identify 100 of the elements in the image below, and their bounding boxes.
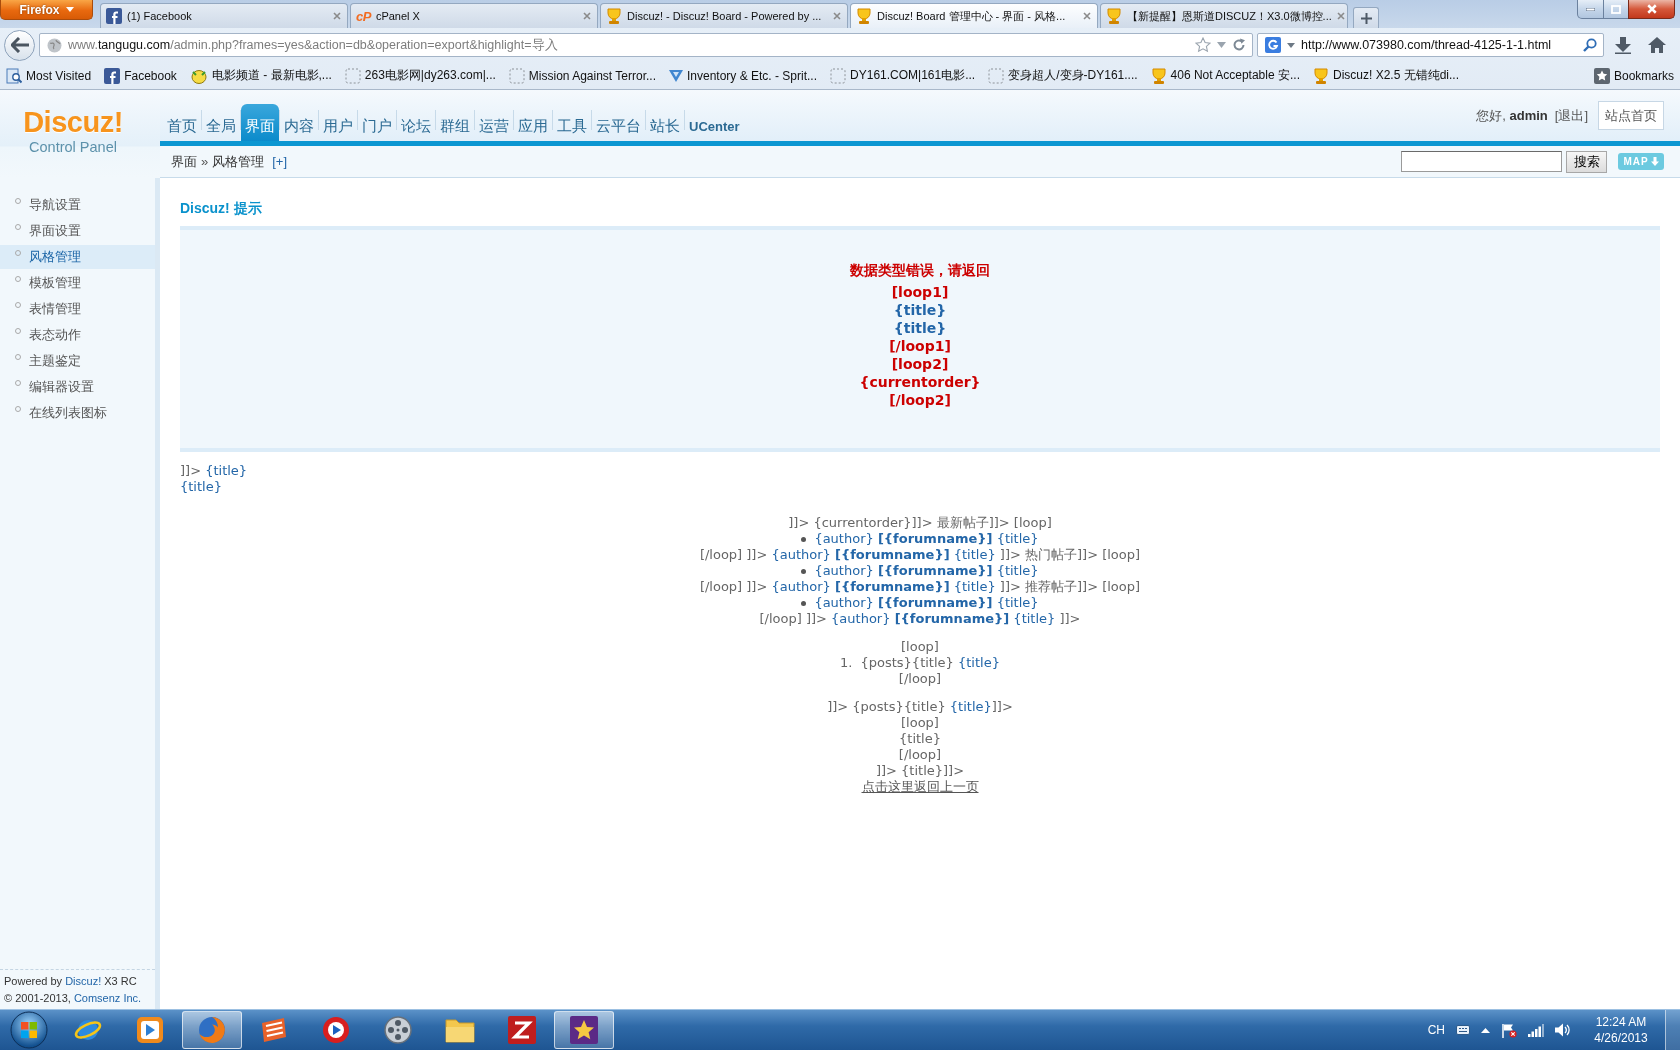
nav-tab[interactable]: 站长 bbox=[646, 104, 684, 141]
logout-link[interactable]: [退出] bbox=[1554, 106, 1588, 125]
flag-icon[interactable] bbox=[1501, 1022, 1517, 1038]
link[interactable]: {title} bbox=[957, 655, 1000, 670]
sidebar-item[interactable]: 界面设置 bbox=[0, 219, 155, 243]
link[interactable]: {title} bbox=[996, 531, 1039, 546]
link[interactable]: [{forumname}] bbox=[877, 563, 993, 578]
bookmark-item[interactable]: Inventory & Etc. - Sprit... bbox=[667, 67, 820, 84]
nav-tab[interactable]: 应用 bbox=[514, 104, 552, 141]
nav-tab[interactable]: 云平台 bbox=[592, 104, 645, 141]
sidebar-item[interactable]: 风格管理 bbox=[0, 245, 155, 269]
home-icon bbox=[1648, 37, 1666, 53]
taskbar-app-button[interactable] bbox=[554, 1011, 614, 1049]
link[interactable]: {author} bbox=[814, 531, 874, 546]
add-shortcut-link[interactable]: [+] bbox=[272, 154, 288, 169]
dashed-square-icon bbox=[988, 67, 1005, 84]
f-logo-icon bbox=[106, 8, 122, 24]
logo-subtitle: Control Panel bbox=[29, 138, 117, 156]
nav-tab[interactable]: 工具 bbox=[553, 104, 591, 141]
browser-tab[interactable]: cP cPanel X bbox=[350, 3, 598, 28]
nav-tab[interactable]: 用户 bbox=[319, 104, 357, 141]
notice-title: Discuz! 提示 bbox=[180, 200, 262, 216]
language-indicator[interactable]: CH bbox=[1427, 1023, 1445, 1037]
link[interactable]: {title} bbox=[996, 595, 1039, 610]
link[interactable]: {author} bbox=[771, 547, 831, 562]
sidebar-item[interactable]: 模板管理 bbox=[0, 271, 155, 295]
trophy-icon bbox=[1313, 67, 1329, 84]
browser-tab[interactable]: Discuz! Board 管理中心 - 界面 - 风格... bbox=[850, 3, 1098, 28]
nav-tab[interactable]: UCenter bbox=[685, 104, 744, 141]
search-button[interactable]: 搜索 bbox=[1566, 150, 1607, 173]
back-link[interactable]: 点击这里返回上一页 bbox=[861, 779, 979, 795]
link[interactable]: {title} bbox=[953, 547, 996, 562]
link[interactable]: {author} bbox=[814, 563, 874, 578]
link[interactable]: {title} bbox=[953, 579, 996, 594]
template-text: [/loop] ]]> {author} [{forumname}] {title} ]]> 推荐帖子]]> [loop] bbox=[699, 579, 1141, 595]
link[interactable]: {author} bbox=[814, 595, 874, 610]
template-text: 1. {posts}{title} {title} bbox=[840, 655, 1000, 671]
bookmark-item[interactable]: Discuz! X2.5 无错纯di... bbox=[1311, 66, 1462, 85]
link[interactable]: [{forumname}] bbox=[835, 547, 950, 562]
close-button[interactable] bbox=[1628, 0, 1675, 19]
signal-icon[interactable] bbox=[1528, 1023, 1544, 1037]
start-orb-icon bbox=[10, 1011, 48, 1049]
link[interactable]: {title} bbox=[893, 319, 947, 337]
maximize-button[interactable] bbox=[1603, 0, 1629, 19]
bookmark-item[interactable]: Most Visited bbox=[4, 66, 94, 85]
sidebar-item[interactable]: 表态动作 bbox=[0, 323, 155, 347]
nav-tab[interactable]: 界面 bbox=[241, 104, 279, 141]
nav-tab[interactable]: 群组 bbox=[436, 104, 474, 141]
new-tab-button[interactable] bbox=[1353, 7, 1379, 28]
link[interactable]: {title} bbox=[949, 699, 992, 714]
bookmark-item[interactable]: DY161.COM|161电影... bbox=[828, 66, 978, 85]
bookmark-item[interactable]: 变身超人/变身-DY161.... bbox=[986, 66, 1140, 85]
bullet-icon bbox=[801, 537, 807, 542]
browser-tab[interactable]: Discuz! - Discuz! Board - Powered by ... bbox=[600, 3, 848, 28]
error-text: [/loop2] bbox=[889, 391, 951, 409]
error-text: [/loop1] bbox=[889, 337, 951, 355]
browser-tab[interactable]: (1) Facebook bbox=[100, 3, 348, 28]
nav-tab[interactable]: 内容 bbox=[280, 104, 318, 141]
nav-tab[interactable]: 全局 bbox=[202, 104, 240, 141]
sidebar-item[interactable]: 导航设置 bbox=[0, 193, 155, 217]
address-field[interactable]: www.tangugu.com/admin.php?frames=yes&action=db&operation=export&highlight=导入 bbox=[39, 33, 1253, 57]
nav-tab[interactable]: 门户 bbox=[358, 104, 396, 141]
link[interactable]: Discuz! bbox=[65, 975, 102, 987]
back-button[interactable] bbox=[4, 29, 35, 61]
nav-tab[interactable]: 运营 bbox=[475, 104, 513, 141]
link[interactable]: {title} bbox=[996, 563, 1039, 578]
bookmark-item[interactable]: 电影频道 - 最新电影,... bbox=[187, 66, 334, 85]
search-field[interactable]: http://www.073980.com/thread-4125-1-1.html bbox=[1257, 33, 1604, 57]
bookmark-item[interactable]: Facebook bbox=[102, 66, 179, 85]
taskbar-app-button[interactable] bbox=[182, 1011, 242, 1049]
link[interactable]: [{forumname}] bbox=[877, 531, 993, 546]
bookmark-item[interactable]: Mission Against Terror... bbox=[506, 66, 658, 85]
maximize-icon bbox=[1611, 4, 1621, 14]
search-field[interactable] bbox=[1401, 151, 1562, 172]
nav-tab[interactable]: 首页 bbox=[163, 104, 201, 141]
link[interactable]: {title} bbox=[205, 463, 248, 478]
sidebar-item[interactable]: 编辑器设置 bbox=[0, 375, 155, 399]
link[interactable]: {author} bbox=[771, 579, 831, 594]
link[interactable]: {author} bbox=[831, 611, 891, 626]
chevron-up-icon[interactable] bbox=[1481, 1027, 1490, 1033]
show-desktop-button[interactable] bbox=[1665, 1010, 1680, 1050]
nav-tab[interactable]: 论坛 bbox=[397, 104, 435, 141]
link[interactable]: {title} bbox=[180, 479, 222, 494]
link[interactable]: [{forumname}] bbox=[894, 611, 1010, 626]
sidebar-item[interactable]: 表情管理 bbox=[0, 297, 155, 321]
bookmark-item[interactable]: 263电影网|dy263.com|... bbox=[342, 66, 498, 85]
sidebar-item[interactable]: 主题鉴定 bbox=[0, 349, 155, 373]
clock[interactable]: 12:24 AM 4/26/2013 bbox=[1588, 1014, 1654, 1046]
bookmarks-menu[interactable]: Bookmarks bbox=[1591, 66, 1676, 85]
browser-tab[interactable]: 【新提醒】恩斯道DISCUZ！X3.0微博控... bbox=[1100, 3, 1348, 28]
site-home-button[interactable]: 站点首页 bbox=[1598, 101, 1664, 130]
link[interactable]: {title} bbox=[893, 301, 947, 319]
sidebar-item[interactable]: 在线列表图标 bbox=[0, 401, 155, 425]
bookmark-item[interactable]: 406 Not Acceptable 安... bbox=[1148, 66, 1302, 85]
link[interactable]: [{forumname}] bbox=[835, 579, 950, 594]
link[interactable]: Comsenz Inc. bbox=[73, 992, 142, 1004]
link[interactable]: {title} bbox=[1013, 611, 1056, 626]
speaker-icon[interactable] bbox=[1555, 1023, 1571, 1037]
link[interactable]: [{forumname}] bbox=[877, 595, 993, 610]
keyboard-icon[interactable] bbox=[1456, 1024, 1470, 1036]
